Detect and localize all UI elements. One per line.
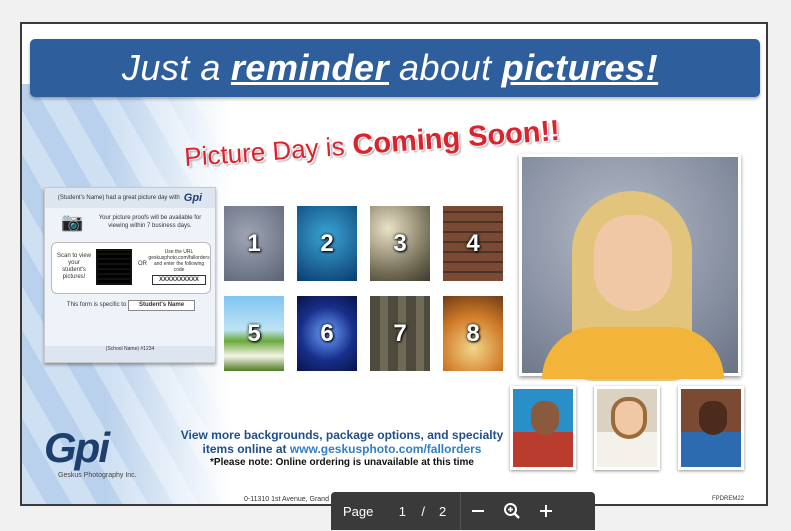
background-tile: 1	[224, 206, 284, 281]
background-tile: 4	[443, 206, 503, 281]
sample-photo	[678, 386, 744, 470]
sample-photo-face	[531, 401, 559, 435]
coming-soon-headline: Picture Day is Coming Soon!!	[183, 115, 561, 174]
sample-photo-face	[615, 401, 643, 435]
or-text: OR	[138, 261, 147, 267]
student-name-box: Student's Name	[127, 300, 196, 311]
banner-mid: about	[398, 47, 492, 88]
background-tile: 7	[370, 296, 430, 371]
zoom-search-icon	[504, 503, 521, 519]
gpi-logo: Gpi Geskus Photography Inc.	[44, 424, 154, 484]
banner-word-reminder: reminder	[230, 47, 389, 88]
page-label: Page	[343, 503, 374, 519]
info-line2-pre: items online at	[202, 442, 287, 456]
pdf-toolbar: Page 1 / 2	[331, 492, 595, 530]
proof-card: (Student's Name) had a great picture day…	[44, 187, 216, 363]
code-box: XXXXXXXXXX	[152, 275, 206, 285]
plus-icon	[540, 505, 553, 517]
background-tile: 5	[224, 296, 284, 371]
logo-mark: Gpi	[44, 424, 110, 471]
banner-word-pictures: pictures!	[501, 47, 659, 88]
document-page: Just a reminder about pictures! Picture …	[20, 22, 768, 506]
zoom-in-button[interactable]	[529, 492, 563, 530]
sample-photo	[594, 386, 660, 470]
qr-code-icon	[96, 249, 132, 285]
portrait-face	[594, 215, 672, 311]
info-text: View more backgrounds, package options, …	[172, 428, 512, 470]
sample-photo-face	[699, 401, 727, 435]
card-footer: (School Name) #1234	[45, 346, 215, 362]
main-portrait-photo	[519, 154, 741, 381]
info-url: www.geskusphoto.com/fallorders	[289, 442, 482, 456]
info-line1: View more backgrounds, package options, …	[180, 428, 504, 442]
specific-text: This form is specific to	[66, 302, 127, 308]
background-tiles: 1 2 3 4 5 6 7 8	[224, 206, 514, 376]
camera-icon: 📷	[61, 212, 84, 232]
page-number-input[interactable]: 1	[395, 504, 409, 519]
background-tile: 8	[443, 296, 503, 371]
sample-photo	[510, 386, 576, 470]
scan-box: Scan to view your student's pictures! OR…	[51, 242, 211, 294]
logo-subtitle: Geskus Photography Inc.	[58, 472, 137, 479]
card-brand: Gpi	[183, 192, 203, 204]
use-url-text: Use the URL geskusphoto.com/fallorders a…	[148, 249, 210, 273]
card-form-line: This form is specific to Student's Name	[51, 300, 211, 311]
scan-text: Scan to view your student's pictures!	[56, 253, 92, 280]
info-note: *Please note: Online ordering is unavail…	[210, 457, 474, 468]
card-proofs-text: Your picture proofs will be available fo…	[98, 215, 202, 229]
background-tile: 3	[370, 206, 430, 281]
fit-zoom-button[interactable]	[495, 492, 529, 530]
portrait-shirt	[542, 327, 724, 379]
background-tile: 6	[297, 296, 357, 371]
zoom-out-button[interactable]	[461, 492, 495, 530]
pdf-viewer: Just a reminder about pictures! Picture …	[0, 0, 791, 531]
banner-pre: Just a	[121, 47, 221, 88]
page-total: 2	[439, 503, 447, 519]
reminder-banner: Just a reminder about pictures!	[30, 39, 760, 97]
card-student-line: (Student's Name) had a great picture day…	[57, 195, 180, 201]
background-tile: 2	[297, 206, 357, 281]
card-header: (Student's Name) had a great picture day…	[45, 188, 215, 208]
page-separator: /	[421, 503, 425, 519]
footer-code: FPDREM22	[712, 496, 745, 502]
minus-icon	[472, 510, 485, 512]
